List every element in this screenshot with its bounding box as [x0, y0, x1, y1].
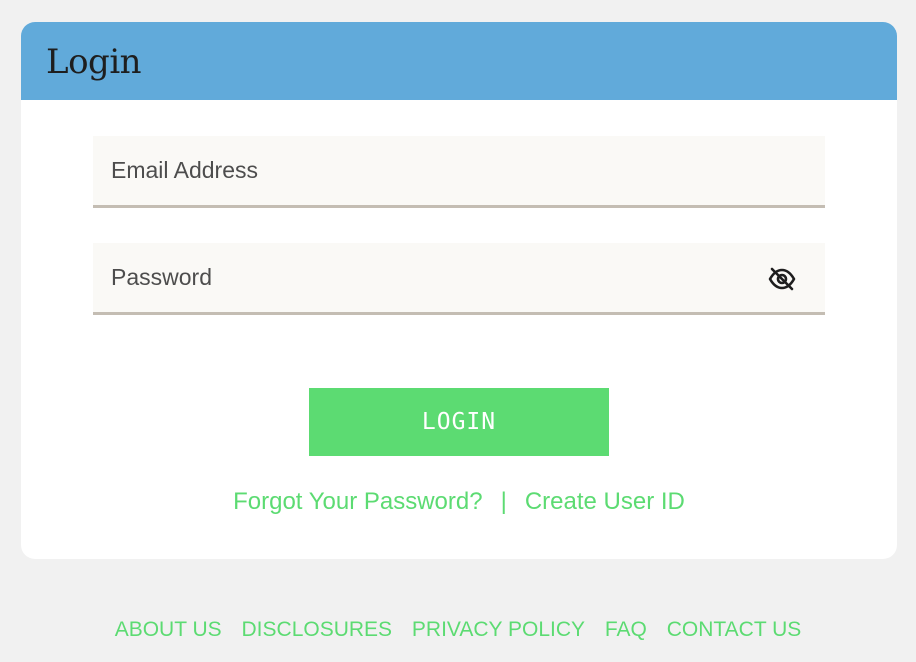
footer-link-faq[interactable]: FAQ: [605, 618, 647, 641]
footer-link-about-us[interactable]: ABOUT US: [115, 618, 222, 641]
page-title: Login: [46, 42, 142, 82]
create-user-id-link[interactable]: Create User ID: [525, 488, 685, 515]
footer-link-privacy-policy[interactable]: PRIVACY POLICY: [412, 618, 585, 641]
footer-link-disclosures[interactable]: DISCLOSURES: [242, 618, 393, 641]
password-field[interactable]: [93, 243, 825, 312]
eye-slash-icon[interactable]: [767, 265, 797, 293]
login-card: Login LOGIN Forgot Your Password? | Create…: [21, 22, 897, 559]
forgot-password-link[interactable]: Forgot Your Password?: [233, 488, 482, 515]
auth-links: Forgot Your Password? | Create User ID: [21, 488, 897, 516]
login-button[interactable]: LOGIN: [309, 388, 609, 456]
card-header: Login: [21, 22, 897, 100]
email-field[interactable]: [93, 136, 825, 205]
link-separator: |: [500, 488, 507, 515]
footer-link-contact-us[interactable]: CONTACT US: [667, 618, 802, 641]
footer-nav: ABOUT US DISCLOSURES PRIVACY POLICY FAQ …: [0, 618, 916, 642]
email-field-container: [93, 136, 825, 208]
password-field-container: [93, 243, 825, 315]
